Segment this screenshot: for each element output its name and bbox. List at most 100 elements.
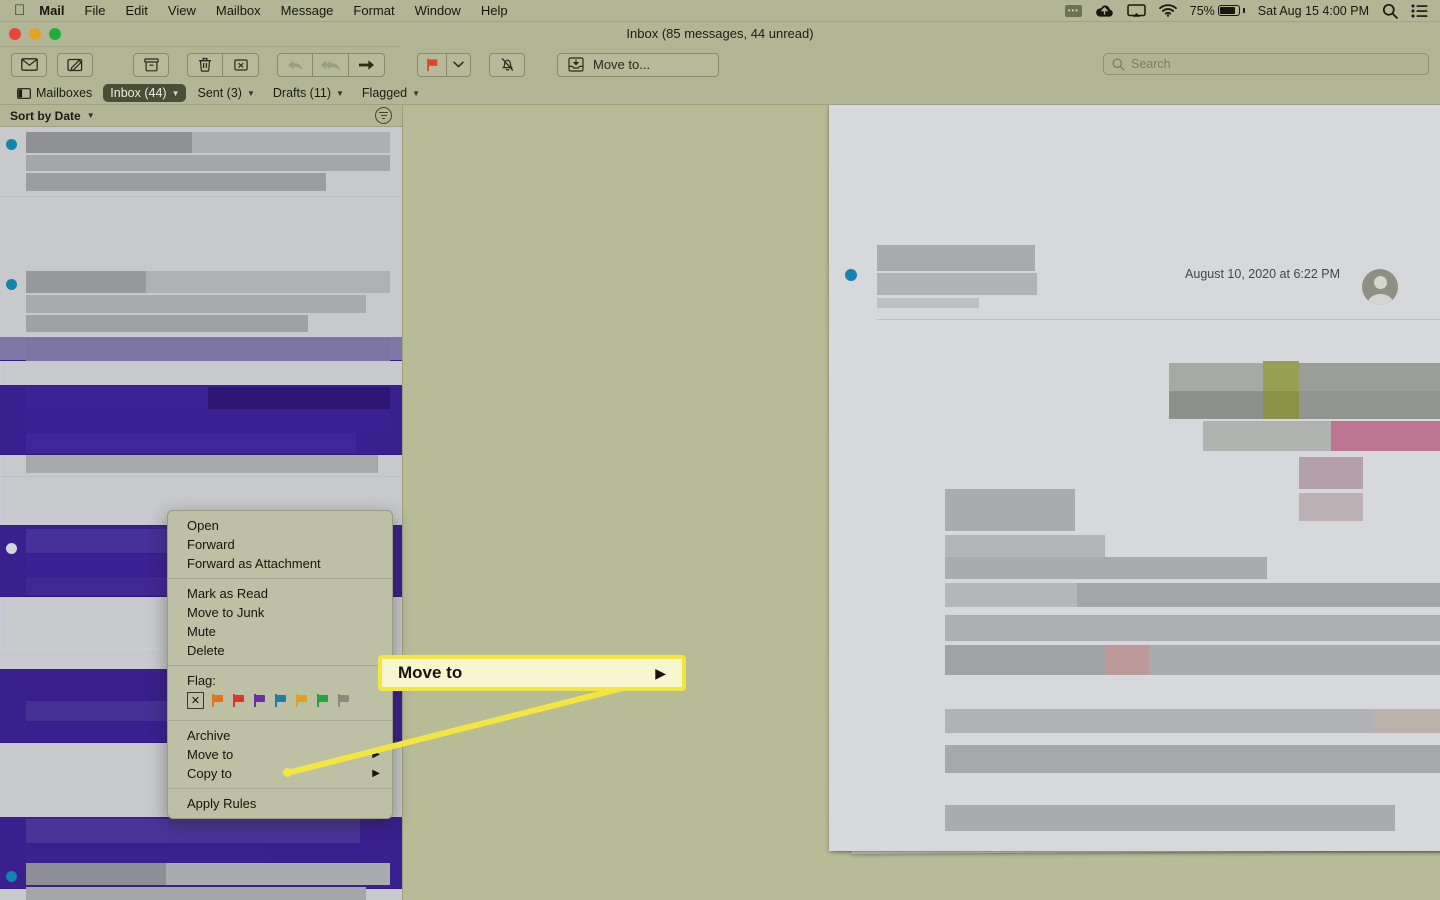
reply-all-button[interactable] xyxy=(313,52,349,77)
context-menu-item-mark-as-read[interactable]: Mark as Read xyxy=(168,584,392,603)
get-mail-button[interactable] xyxy=(11,52,47,77)
spotlight-search-icon[interactable] xyxy=(1382,3,1398,19)
compose-button[interactable] xyxy=(57,52,93,77)
context-menu-item-archive[interactable]: Archive xyxy=(168,726,392,745)
clear-flag-button[interactable]: ✕ xyxy=(187,692,204,709)
context-menu-label: Delete xyxy=(187,643,225,658)
menu-item-edit[interactable]: Edit xyxy=(126,3,148,18)
menu-item-file[interactable]: File xyxy=(85,3,106,18)
sort-by-button[interactable]: Sort by Date ▼ xyxy=(10,109,95,123)
avatar-torso xyxy=(1367,294,1393,305)
wifi-icon[interactable] xyxy=(1158,4,1177,17)
body-block xyxy=(1077,583,1440,607)
favorite-sent[interactable]: Sent (3) ▼ xyxy=(190,84,261,102)
favorite-inbox[interactable]: Inbox (44) ▼ xyxy=(103,84,187,102)
body-block xyxy=(1203,421,1331,451)
context-menu-item-move-to-junk[interactable]: Move to Junk xyxy=(168,603,392,622)
context-menu-item-copy-to[interactable]: Copy to ▶ xyxy=(168,764,392,783)
menu-bar-status-items: ••• 75% Sat Aug 15 4:00 PM xyxy=(1064,3,1440,19)
list-item[interactable] xyxy=(0,267,402,337)
body-block xyxy=(945,745,1440,773)
mute-button[interactable] xyxy=(489,52,525,77)
context-menu-item-mute[interactable]: Mute xyxy=(168,622,392,641)
flag-dropdown-button[interactable] xyxy=(447,52,471,77)
message-date: August 10, 2020 at 6:22 PM xyxy=(1185,267,1340,281)
header-divider xyxy=(877,319,1440,320)
menu-item-message[interactable]: Message xyxy=(281,3,334,18)
list-item[interactable] xyxy=(0,337,402,361)
sidebar-toggle-icon xyxy=(17,87,31,99)
body-block xyxy=(945,615,1440,641)
mailboxes-toggle[interactable]: Mailboxes xyxy=(10,84,99,102)
menu-item-mailbox[interactable]: Mailbox xyxy=(216,3,261,18)
search-input[interactable]: Search xyxy=(1103,53,1429,75)
unread-indicator xyxy=(6,279,17,290)
list-item[interactable] xyxy=(0,859,402,900)
reply-button[interactable] xyxy=(277,52,313,77)
unread-indicator xyxy=(6,543,17,554)
avatar[interactable] xyxy=(1362,269,1398,305)
context-menu-label: Mark as Read xyxy=(187,586,268,601)
archive-button[interactable] xyxy=(133,52,169,77)
context-menu-item-open[interactable]: Open xyxy=(168,516,392,535)
move-to-toolbar-button[interactable]: Move to... xyxy=(557,52,719,77)
menu-item-mail[interactable]: Mail xyxy=(39,3,64,18)
body-block xyxy=(945,583,1077,607)
menu-item-help[interactable]: Help xyxy=(481,3,508,18)
menu-item-window[interactable]: Window xyxy=(415,3,461,18)
list-item[interactable] xyxy=(0,127,402,197)
body-block xyxy=(1169,363,1263,391)
menu-item-format[interactable]: Format xyxy=(353,3,394,18)
delete-junk-group xyxy=(187,52,259,77)
messages-icon[interactable]: ••• xyxy=(1064,4,1082,17)
forward-button[interactable] xyxy=(349,52,385,77)
screen-mirroring-icon[interactable] xyxy=(1127,3,1146,18)
junk-button[interactable] xyxy=(223,52,259,77)
context-menu-label: Apply Rules xyxy=(187,796,257,811)
battery-status[interactable]: 75% xyxy=(1190,4,1245,18)
delete-button[interactable] xyxy=(187,52,223,77)
favorite-flagged-label: Flagged xyxy=(361,86,408,100)
flag-blue[interactable] xyxy=(275,694,288,707)
favorite-flagged[interactable]: Flagged ▼ xyxy=(355,84,427,102)
body-block xyxy=(945,709,1373,733)
flag-red[interactable] xyxy=(233,694,246,707)
context-menu-label: Open xyxy=(187,518,219,533)
body-block xyxy=(1149,645,1440,675)
chevron-down-icon: ▼ xyxy=(246,88,255,98)
clock[interactable]: Sat Aug 15 4:00 PM xyxy=(1258,4,1369,18)
context-menu-item-forward[interactable]: Forward xyxy=(168,535,392,554)
apple-icon[interactable]:  xyxy=(14,3,25,18)
flag-gray[interactable] xyxy=(338,694,351,707)
flag-purple[interactable] xyxy=(254,694,267,707)
battery-cap xyxy=(1242,8,1245,13)
menu-bar:  Mail File Edit View Mailbox Message Fo… xyxy=(0,0,1440,22)
window-title: Inbox (85 messages, 44 unread) xyxy=(626,26,814,41)
chevron-down-icon: ▼ xyxy=(336,88,344,98)
battery-icon xyxy=(1217,5,1240,16)
body-block xyxy=(1105,645,1149,675)
favorite-drafts[interactable]: Drafts (11) ▼ xyxy=(266,84,351,102)
control-center-icon[interactable] xyxy=(1411,4,1428,18)
context-menu[interactable]: Open Forward Forward as Attachment Mark … xyxy=(167,510,393,819)
filter-icon[interactable] xyxy=(375,107,392,124)
context-menu-item-forward-as-attachment[interactable]: Forward as Attachment xyxy=(168,554,392,573)
flag-orange[interactable] xyxy=(212,694,225,707)
context-menu-item-apply-rules[interactable]: Apply Rules xyxy=(168,794,392,813)
flag-yellow[interactable] xyxy=(296,694,309,707)
context-menu-item-delete[interactable]: Delete xyxy=(168,641,392,660)
unread-indicator xyxy=(6,139,17,150)
list-item[interactable] xyxy=(0,385,402,455)
cloud-upload-icon[interactable] xyxy=(1095,4,1114,18)
flag-green[interactable] xyxy=(317,694,330,707)
compose-group xyxy=(57,52,93,77)
avatar-head xyxy=(1373,276,1387,289)
context-menu-label: Forward xyxy=(187,537,235,552)
menu-separator xyxy=(168,720,392,721)
body-block xyxy=(945,535,1105,557)
mailboxes-label: Mailboxes xyxy=(36,86,93,100)
favorite-sent-label: Sent (3) xyxy=(197,86,242,100)
message-header xyxy=(877,245,1037,308)
flag-button[interactable] xyxy=(417,52,447,77)
menu-item-view[interactable]: View xyxy=(168,3,196,18)
